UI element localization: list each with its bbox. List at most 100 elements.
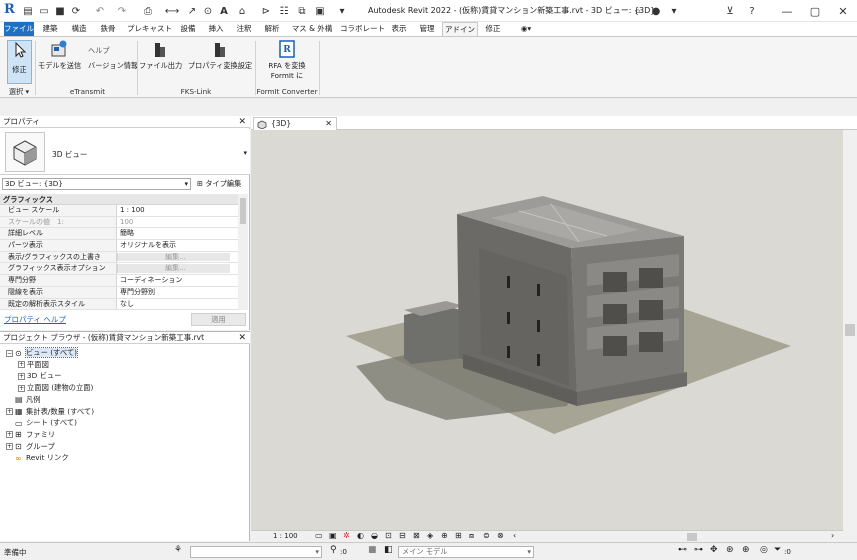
tab-modify[interactable]: 修正: [481, 22, 505, 36]
constraints-icon[interactable]: ⊗: [497, 531, 504, 540]
hscroll-thumb[interactable]: [687, 533, 697, 541]
lock-icon[interactable]: ⊠: [413, 531, 420, 540]
scroll-right-icon[interactable]: ›: [831, 531, 834, 540]
property-row[interactable]: 表示/グラフィックスの上書き 編集...: [0, 251, 238, 264]
user-icon[interactable]: ●: [650, 3, 662, 19]
property-value[interactable]: オリジナルを表示: [117, 240, 238, 251]
folder-icon[interactable]: ▭: [38, 3, 50, 19]
undo-icon[interactable]: ↶: [94, 3, 106, 19]
type-selector[interactable]: 3D ビュー ▾: [0, 129, 250, 175]
close-icon[interactable]: ✕: [325, 118, 332, 130]
filter-icon[interactable]: ⏷: [774, 545, 781, 555]
browser-node[interactable]: + ⊞ ファミリ: [6, 429, 55, 440]
section-icon[interactable]: ⊳: [260, 3, 272, 19]
properties-scrollbar[interactable]: [238, 194, 248, 310]
property-row[interactable]: グラフィックス表示オプション 編集...: [0, 263, 238, 276]
expand-icon[interactable]: +: [6, 431, 13, 439]
render-icon[interactable]: ◒: [371, 531, 378, 540]
design-option-selector[interactable]: メイン モデル ▾: [398, 546, 534, 558]
expand-icon[interactable]: +: [18, 361, 25, 369]
help-button[interactable]: ヘルプ: [88, 46, 134, 57]
cart-icon[interactable]: ⊻: [724, 3, 736, 19]
close-window-button[interactable]: ✕: [832, 2, 854, 20]
expand-icon[interactable]: +: [6, 443, 13, 451]
viewport-vertical-scrollbar[interactable]: [843, 130, 857, 530]
scroll-left-icon[interactable]: ‹: [513, 531, 516, 540]
tab-architecture[interactable]: 建築: [38, 22, 62, 36]
instance-selector[interactable]: 3D ビュー: {3D} ▾: [2, 178, 191, 190]
version-info-button[interactable]: バージョン情報: [88, 61, 138, 72]
property-row[interactable]: ビュー スケール 1 : 100: [0, 205, 238, 217]
3d-view-icon[interactable]: ⌂: [236, 3, 248, 19]
browser-node[interactable]: + ▦ 集計表/数量 (すべて): [6, 406, 94, 417]
redo-icon[interactable]: ↷: [116, 3, 128, 19]
customize-icon[interactable]: ▾: [336, 3, 348, 19]
property-row[interactable]: 専門分野 コーディネーション: [0, 275, 238, 287]
text-icon[interactable]: A: [218, 3, 230, 19]
close-icon[interactable]: ✕: [238, 116, 246, 128]
select-pinned-icon[interactable]: ✥: [710, 545, 718, 555]
tab-addins[interactable]: アドイン: [442, 22, 478, 37]
select-underlay-icon[interactable]: ⊶: [694, 545, 703, 555]
chevron-down-icon[interactable]: ▾: [243, 149, 247, 157]
measure-icon[interactable]: ⟷: [165, 3, 179, 19]
tab-structure[interactable]: 構造: [67, 22, 91, 36]
collapse-icon[interactable]: −: [6, 349, 13, 357]
expand-icon[interactable]: +: [6, 408, 13, 415]
browser-node[interactable]: + 平面図: [18, 359, 49, 370]
send-model-button[interactable]: モデルを送信: [38, 39, 81, 85]
crop-icon[interactable]: ⊡: [385, 531, 392, 540]
property-convert-button[interactable]: プロパティ変換設定: [187, 39, 253, 85]
scroll-thumb[interactable]: [240, 198, 246, 224]
browser-node[interactable]: ▭ シート (すべて): [6, 417, 77, 428]
expand-icon[interactable]: +: [18, 384, 25, 392]
reveal-hidden-icon[interactable]: ⊕: [441, 531, 448, 540]
tab-analyze[interactable]: 解析: [260, 22, 284, 36]
close-hidden-icon[interactable]: ⧉: [296, 3, 308, 19]
tab-view[interactable]: 表示: [387, 22, 411, 36]
close-icon[interactable]: ✕: [238, 332, 246, 344]
background-process-icon[interactable]: ◎: [760, 545, 768, 555]
view-scale[interactable]: 1 : 100: [273, 532, 298, 540]
visual-style-icon[interactable]: ▣: [329, 531, 337, 540]
switch-windows-icon[interactable]: ▣: [314, 3, 326, 19]
dimension-icon[interactable]: ↗: [186, 3, 198, 19]
property-row[interactable]: 隠線を表示 専門分野別: [0, 286, 238, 299]
account-dropdown-icon[interactable]: ▾: [668, 3, 680, 19]
tab-collaborate[interactable]: コラボレート: [340, 22, 385, 36]
rfa-convert-button[interactable]: R RFA を変換 FormIt に: [262, 39, 312, 85]
revit-logo-icon[interactable]: R: [4, 2, 18, 18]
select-panel-label[interactable]: 選択 ▾: [4, 87, 34, 97]
property-value[interactable]: なし: [117, 299, 238, 310]
shadows-icon[interactable]: ◐: [357, 531, 364, 540]
property-row[interactable]: スケールの値 1: 100: [0, 216, 238, 229]
thin-lines-icon[interactable]: ☷: [278, 3, 290, 19]
property-row[interactable]: 既定の解析表示スタイル なし: [0, 298, 238, 310]
graphics-section[interactable]: グラフィックス: [0, 194, 238, 205]
tab-steel[interactable]: 鉄骨: [96, 22, 120, 36]
properties-help-link[interactable]: プロパティ ヘルプ: [4, 314, 66, 325]
hide-isolate-icon[interactable]: ◈: [427, 531, 433, 540]
edit-type-button[interactable]: ⊞ タイプ編集: [194, 177, 246, 191]
tab-manage[interactable]: 管理: [415, 22, 439, 36]
browser-node[interactable]: ▤ 凡例: [6, 394, 41, 405]
save-icon[interactable]: ■: [54, 3, 66, 19]
maximize-button[interactable]: ▢: [804, 2, 826, 20]
tab-file[interactable]: ファイル: [4, 22, 34, 36]
view-tab-3d[interactable]: {3D} ✕: [253, 117, 337, 130]
selection-filter-icon[interactable]: ⚲: [330, 545, 337, 555]
tab-insert[interactable]: 挿入: [204, 22, 228, 36]
property-value[interactable]: 専門分野別: [117, 287, 238, 298]
property-value[interactable]: 簡略: [117, 228, 238, 239]
tab-massing[interactable]: マス & 外構: [290, 22, 334, 36]
property-edit-button[interactable]: 編集...: [117, 264, 230, 274]
modify-button[interactable]: 修正: [7, 40, 32, 84]
select-links-icon[interactable]: ⊷: [678, 545, 687, 555]
select-by-face-icon[interactable]: ⊛: [726, 545, 734, 555]
workset-selector[interactable]: ▾: [190, 546, 322, 558]
search-icon[interactable]: ⌕: [632, 3, 644, 19]
help-icon[interactable]: ?: [746, 3, 758, 19]
open-icon[interactable]: ▤: [22, 3, 34, 19]
detail-level-icon[interactable]: ▭: [315, 531, 323, 540]
property-row[interactable]: パーツ表示 オリジナルを表示: [0, 240, 238, 252]
